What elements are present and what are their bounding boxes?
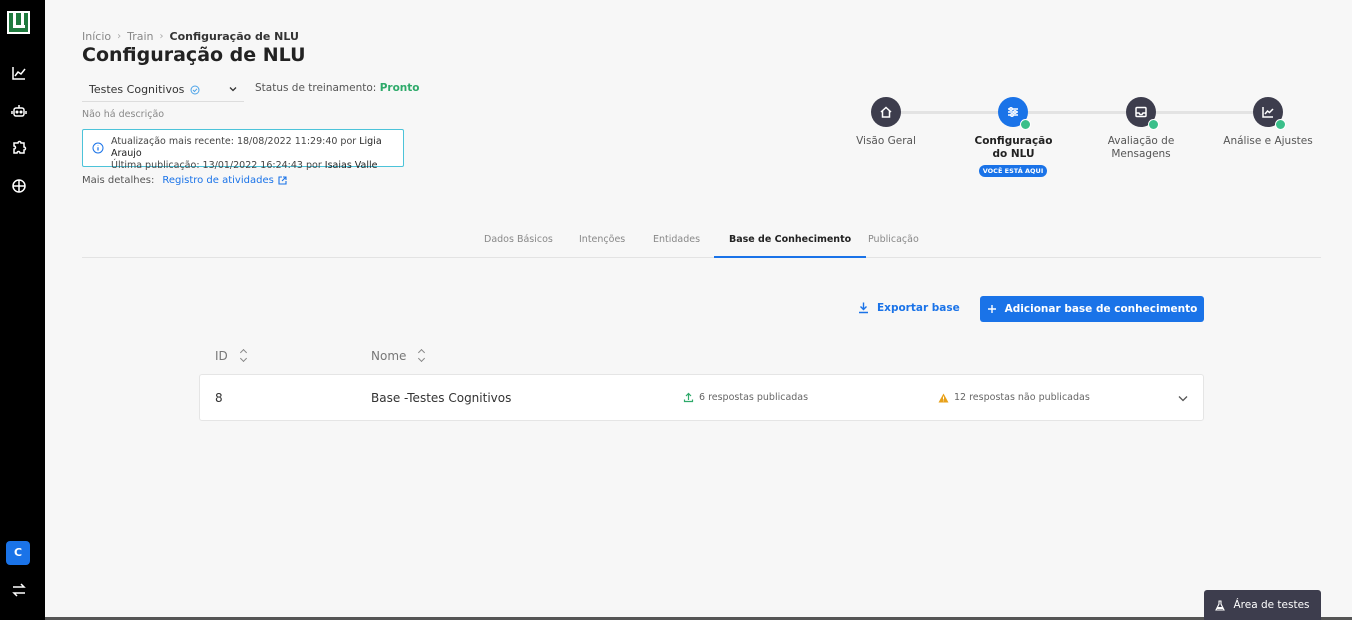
page-title: Configuração de NLU xyxy=(82,44,306,66)
activity-log-link-text: Registro de atividades xyxy=(162,175,274,186)
info-icon xyxy=(92,142,104,154)
training-status-label: Status de treinamento: xyxy=(255,82,377,94)
tab-entities[interactable]: Entidades xyxy=(638,234,715,258)
chevron-down-icon[interactable] xyxy=(1177,392,1189,404)
step-check-icon xyxy=(1148,119,1159,130)
you-are-here-badge: VOCÊ ESTÁ AQUI xyxy=(979,165,1047,177)
column-header-id[interactable]: ID xyxy=(215,349,248,363)
step-label-analysis: Análise e Ajustes xyxy=(1223,135,1313,147)
tab-basic-data[interactable]: Dados Básicos xyxy=(469,234,568,258)
test-area-button[interactable]: Área de testes xyxy=(1204,590,1321,620)
stepper-track xyxy=(900,111,1255,114)
activity-log-link[interactable]: Registro de atividades xyxy=(162,175,287,186)
training-status-value: Pronto xyxy=(379,82,420,94)
step-check-icon xyxy=(1275,119,1286,130)
inbox-icon xyxy=(1135,106,1147,118)
step-label-overview: Visão Geral xyxy=(856,135,916,147)
chart-icon[interactable] xyxy=(11,65,27,81)
last-publication-user: Isaias Valle xyxy=(324,160,378,171)
step-overview[interactable] xyxy=(871,97,901,127)
step-check-icon xyxy=(1020,119,1031,130)
more-details: Mais detalhes: Registro de atividades xyxy=(82,175,287,186)
step-analysis[interactable] xyxy=(1253,97,1286,130)
breadcrumb-train[interactable]: Train xyxy=(127,30,153,43)
more-details-label: Mais detalhes: xyxy=(82,175,155,186)
row-name: Base -Testes Cognitivos xyxy=(371,391,512,405)
step-label-message-evaluation: Avaliação de Mensagens xyxy=(1107,135,1175,160)
breadcrumb: Início › Train › Configuração de NLU xyxy=(82,30,299,43)
column-header-name-label: Nome xyxy=(371,349,407,363)
sliders-icon xyxy=(1008,107,1018,117)
breadcrumb-current: Configuração de NLU xyxy=(169,30,299,43)
warning-icon xyxy=(938,393,949,402)
download-icon xyxy=(859,302,868,314)
row-id: 8 xyxy=(215,391,223,405)
tab-bar: Dados Básicos Intenções Entidades Base d… xyxy=(82,226,1321,258)
project-select-value: Testes Cognitivos xyxy=(89,83,185,96)
breadcrumb-separator: › xyxy=(117,31,122,42)
add-knowledge-base-button[interactable]: Adicionar base de conhecimento xyxy=(980,296,1204,322)
training-status: Status de treinamento: Pronto xyxy=(255,82,420,94)
last-publication: Última publicação: 13/01/2022 16:24:43 p… xyxy=(111,160,403,172)
description: Não há descrição xyxy=(82,109,165,120)
step-label-nlu-config: Configuração do NLU xyxy=(974,135,1053,160)
row-unpublished: 12 respostas não publicadas xyxy=(938,392,1090,403)
external-link-icon xyxy=(278,176,287,185)
test-area-label: Área de testes xyxy=(1233,599,1310,611)
tab-publication[interactable]: Publicação xyxy=(853,234,934,258)
row-published-text: 6 respostas publicadas xyxy=(699,392,809,403)
sort-icon[interactable] xyxy=(240,349,248,363)
robot-icon[interactable] xyxy=(11,103,27,119)
row-published: 6 respostas publicadas xyxy=(683,392,808,403)
breadcrumb-separator: › xyxy=(159,31,164,42)
table-row[interactable]: 8 Base -Testes Cognitivos 6 respostas pu… xyxy=(199,374,1204,421)
info-box: Atualização mais recente: 18/08/2022 11:… xyxy=(82,129,404,171)
add-knowledge-base-label: Adicionar base de conhecimento xyxy=(1004,303,1198,315)
upload-icon xyxy=(683,392,694,403)
flask-icon xyxy=(1215,599,1226,611)
globe-icon[interactable] xyxy=(11,178,27,194)
export-base-button[interactable]: Exportar base xyxy=(857,301,960,314)
home-icon xyxy=(880,106,892,118)
tab-intents[interactable]: Intenções xyxy=(564,234,640,258)
step-message-evaluation[interactable] xyxy=(1126,97,1159,130)
verified-icon xyxy=(190,85,200,94)
last-update-text: Atualização mais recente: 18/08/2022 11:… xyxy=(111,136,357,147)
project-select[interactable]: Testes Cognitivos xyxy=(82,78,244,102)
switch-icon[interactable] xyxy=(11,582,27,598)
step-nlu-config[interactable] xyxy=(998,97,1031,130)
column-header-id-label: ID xyxy=(215,349,228,363)
breadcrumb-home[interactable]: Início xyxy=(82,30,111,43)
row-unpublished-text: 12 respostas não publicadas xyxy=(954,392,1090,403)
app-logo[interactable] xyxy=(7,11,30,34)
puzzle-icon[interactable] xyxy=(11,140,27,156)
sort-icon[interactable] xyxy=(418,349,426,363)
user-avatar[interactable]: C xyxy=(6,541,30,565)
last-update: Atualização mais recente: 18/08/2022 11:… xyxy=(111,136,403,160)
chart-icon xyxy=(1262,107,1274,118)
export-base-label: Exportar base xyxy=(877,301,960,314)
chevron-down-icon xyxy=(229,87,237,92)
last-publication-text: Última publicação: 13/01/2022 16:24:43 p… xyxy=(111,160,322,171)
plus-icon xyxy=(987,305,996,313)
column-header-name[interactable]: Nome xyxy=(371,349,426,363)
tab-knowledge-base[interactable]: Base de Conhecimento xyxy=(714,234,867,258)
sidebar: C xyxy=(0,0,45,620)
